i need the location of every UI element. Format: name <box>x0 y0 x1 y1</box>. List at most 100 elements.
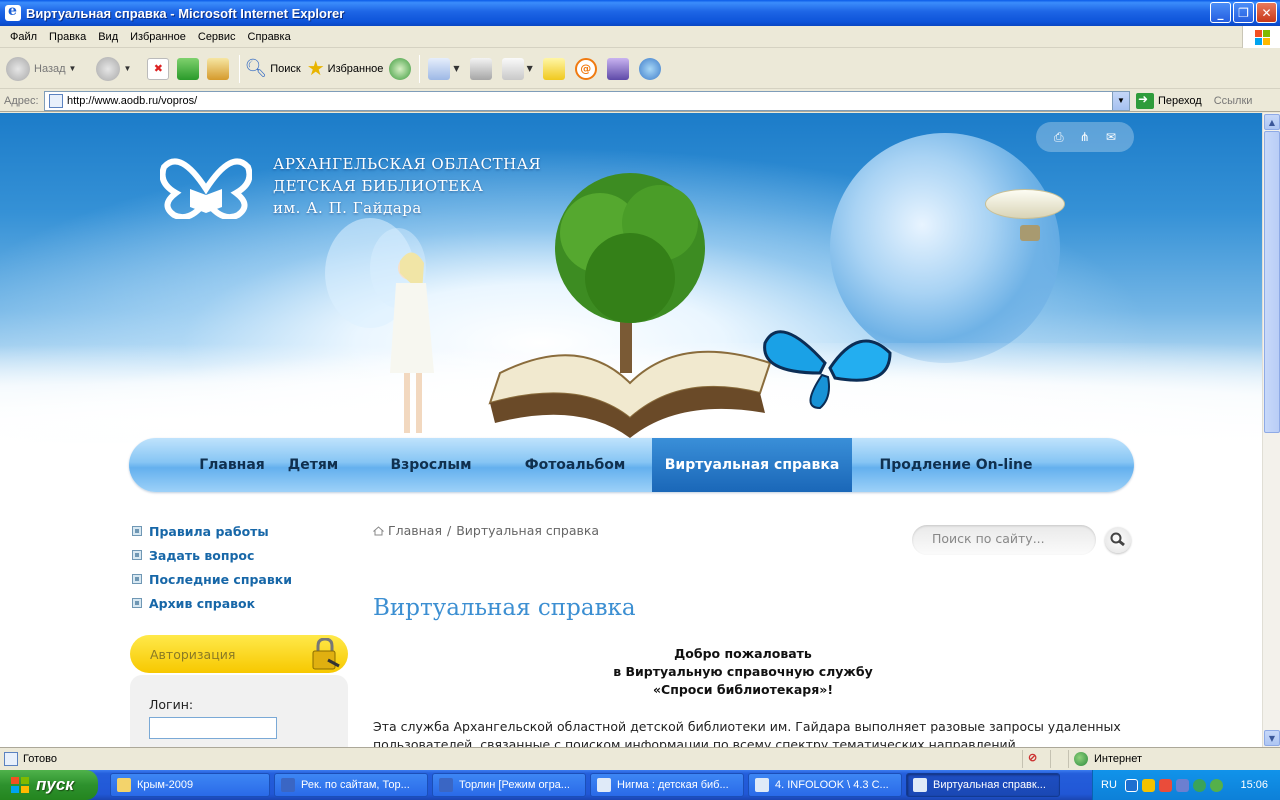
scroll-down-icon[interactable]: ▼ <box>1264 730 1280 746</box>
menu-view[interactable]: Вид <box>92 31 124 43</box>
stop-icon[interactable]: ✖ <box>147 57 170 80</box>
address-bar: Адрес: http://www.aodb.ru/vopros/ ▼ Пере… <box>0 90 1280 112</box>
task-label: Крым-2009 <box>137 779 194 791</box>
chevron-down-icon: ▼ <box>453 64 460 73</box>
back-button[interactable]: Назад ▼ <box>6 56 77 81</box>
search-input[interactable] <box>932 531 1082 546</box>
forward-arrow-icon <box>96 56 121 81</box>
butterfly-image <box>763 330 892 410</box>
fairy-image <box>325 218 434 433</box>
task-infolook[interactable]: 4. INFOLOOK \ 4.3 С... <box>748 773 902 797</box>
favorites-label: Избранное <box>327 62 384 75</box>
word-doc-icon <box>281 778 295 792</box>
network-icon[interactable] <box>1175 778 1189 792</box>
maximize-button[interactable]: ❐ <box>1233 2 1254 23</box>
start-button[interactable]: пуск <box>0 770 98 800</box>
library-name: АРХАНГЕЛЬСКАЯ ОБЛАСТНАЯ ДЕТСКАЯ БИБЛИОТЕ… <box>273 153 541 219</box>
sidebar-item-ask[interactable]: Задать вопрос <box>132 543 292 567</box>
sitemap-icon[interactable]: ⋔ <box>1080 130 1090 144</box>
vertical-scrollbar[interactable]: ▲ ▼ <box>1262 113 1280 747</box>
sidebar-item-label: Архив справок <box>149 595 256 611</box>
task-virtual-help[interactable]: Виртуальная справк... <box>906 773 1060 797</box>
nav-virtual-help[interactable]: Виртуальная справка <box>652 438 852 492</box>
close-button[interactable]: ✕ <box>1256 2 1277 23</box>
minimize-button[interactable]: _ <box>1210 2 1231 23</box>
scroll-up-icon[interactable]: ▲ <box>1264 114 1280 130</box>
sidebar-item-archive[interactable]: Архив справок <box>132 591 292 615</box>
forward-button[interactable]: ▼ <box>82 56 131 81</box>
scroll-thumb[interactable] <box>1264 131 1280 433</box>
task-label: Торлин [Режим огра... <box>459 779 570 791</box>
language-indicator[interactable]: RU <box>1101 779 1117 791</box>
history-icon[interactable] <box>389 57 412 80</box>
task-word-2[interactable]: Торлин [Режим огра... <box>432 773 586 797</box>
task-label: Рек. по сайтам, Тор... <box>301 779 410 791</box>
zone-label: Интернет <box>1094 753 1142 765</box>
menu-help[interactable]: Справка <box>242 31 297 43</box>
go-button[interactable]: Переход <box>1136 92 1202 109</box>
menu-file[interactable]: Файл <box>4 31 43 43</box>
back-tray-icon[interactable] <box>1124 778 1138 792</box>
mail-icon[interactable]: ✉ <box>1106 130 1116 144</box>
note-icon[interactable] <box>542 57 565 80</box>
windows-flag-icon <box>11 777 29 793</box>
window-title: Виртуальная справка - Microsoft Internet… <box>26 5 345 21</box>
breadcrumb-separator: / <box>447 523 452 538</box>
status-divider <box>1068 750 1069 768</box>
nav-kids[interactable]: Детям <box>255 438 371 492</box>
library-name-line1: АРХАНГЕЛЬСКАЯ ОБЛАСТНАЯ <box>273 155 542 173</box>
breadcrumb-home[interactable]: Главная <box>388 523 442 538</box>
clock: 15:06 <box>1240 779 1268 791</box>
mail-agent-icon[interactable] <box>1209 778 1223 792</box>
welcome-line2: в Виртуальную справочную службу <box>613 664 873 679</box>
edit-icon[interactable] <box>501 57 524 80</box>
shield-icon[interactable] <box>1141 778 1155 792</box>
login-label: Логин: <box>149 697 194 712</box>
icq-icon[interactable] <box>1192 778 1206 792</box>
print-icon[interactable]: ⎙ <box>1054 130 1064 145</box>
messenger-icon[interactable] <box>638 57 661 80</box>
menu-tools[interactable]: Сервис <box>192 31 242 43</box>
sidebar-item-label: Правила работы <box>149 523 269 539</box>
address-input[interactable]: http://www.aodb.ru/vopros/ ▼ <box>44 90 1130 111</box>
search-icon: 🔍︎ <box>244 58 268 78</box>
nav-photoalbum[interactable]: Фотоальбом <box>501 438 649 492</box>
internet-globe-icon <box>1074 752 1088 766</box>
toolbar-separator <box>419 54 421 83</box>
mail-icon[interactable] <box>428 57 451 80</box>
task-ie-nigma[interactable]: Нигма : детская биб... <box>590 773 744 797</box>
popup-blocked-icon[interactable]: ⊘ <box>1028 751 1037 764</box>
address-dropdown-icon[interactable]: ▼ <box>1112 91 1129 110</box>
sidebar-item-latest[interactable]: Последние справки <box>132 567 292 591</box>
search-label: Поиск <box>270 62 301 75</box>
toolbar: Назад ▼ ▼ ✖ 🔍︎ Поиск ★ Избранное ▼ ▼ @ <box>0 49 1280 89</box>
welcome-line1: Добро пожаловать <box>674 646 812 661</box>
page-icon <box>4 752 18 766</box>
chevron-down-icon: ▼ <box>68 64 77 73</box>
sidebar-item-rules[interactable]: Правила работы <box>132 519 292 543</box>
nav-adults[interactable]: Взрослым <box>371 438 491 492</box>
research-icon[interactable] <box>606 57 629 80</box>
login-input[interactable] <box>149 717 277 739</box>
task-folder[interactable]: Крым-2009 <box>110 773 270 797</box>
mail-ru-icon[interactable]: @ <box>574 57 597 80</box>
search-button[interactable] <box>1105 527 1131 553</box>
home-icon[interactable] <box>207 57 230 80</box>
lock-icon <box>312 638 340 670</box>
links-button[interactable]: Ссылки <box>1214 95 1253 107</box>
toolbar-separator <box>239 54 241 83</box>
search-button[interactable]: 🔍︎ Поиск <box>244 58 300 79</box>
nav-renewal[interactable]: Продление On-line <box>852 438 1060 492</box>
task-label: 4. INFOLOOK \ 4.3 С... <box>775 779 889 791</box>
refresh-icon[interactable] <box>177 57 200 80</box>
print-icon[interactable] <box>469 57 492 80</box>
favorites-button[interactable]: ★ Избранное <box>307 56 384 81</box>
page-title: Виртуальная справка <box>373 595 636 621</box>
back-arrow-icon <box>6 56 30 81</box>
bullet-icon <box>132 550 142 560</box>
antivirus-icon[interactable] <box>1158 778 1172 792</box>
task-word-1[interactable]: Рек. по сайтам, Тор... <box>274 773 428 797</box>
breadcrumb-current: Виртуальная справка <box>456 523 600 538</box>
menu-favorites[interactable]: Избранное <box>124 31 192 43</box>
menu-edit[interactable]: Правка <box>43 31 92 43</box>
